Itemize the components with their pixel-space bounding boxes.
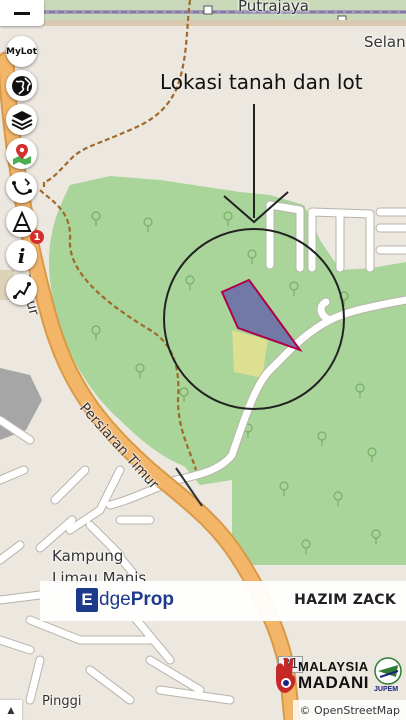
info-icon: i: [17, 243, 26, 268]
malaysia-madani-logo: MALAYSIA MADANI JUPEM: [272, 655, 402, 697]
edgeprop-banner: E dgeProp HAZIM ZACK: [40, 581, 406, 621]
info-badge: 1: [30, 230, 44, 244]
edgeprop-logo: E dgeProp: [76, 588, 174, 612]
madani-line1: MALAYSIA: [298, 659, 369, 674]
measure-line-button[interactable]: [6, 274, 37, 305]
collapse-button[interactable]: ▲: [0, 700, 22, 720]
edgeprop-mark: E: [76, 588, 98, 612]
minus-icon: [14, 11, 30, 15]
jupem-label: JUPEM: [374, 686, 399, 693]
edgeprop-wordmark: dgeProp: [99, 589, 174, 610]
info-button[interactable]: i: [6, 240, 37, 271]
label-kampung: Kampung: [52, 547, 124, 565]
mylot-icon: MyLot: [5, 46, 38, 57]
measure-line-icon: [12, 281, 31, 299]
banner-author: HAZIM ZACK: [294, 592, 396, 608]
layers-button[interactable]: [6, 104, 37, 135]
measure-curve-icon: [11, 177, 32, 195]
mylot-button[interactable]: MyLot: [6, 36, 37, 67]
map-attribution[interactable]: © OpenStreetMap: [293, 700, 406, 720]
label-selan: Selan: [364, 33, 406, 51]
layers-icon: [11, 110, 32, 130]
measure-curve-button[interactable]: [6, 172, 37, 203]
madani-line2: MADANI: [298, 673, 369, 692]
chevron-up-icon: ▲: [5, 703, 17, 717]
location-pin-button[interactable]: [6, 138, 37, 169]
map-pin-icon: [12, 143, 31, 165]
zoom-out-button[interactable]: [0, 0, 44, 26]
annotation-text: Lokasi tanah dan lot: [160, 70, 363, 94]
draw-area-icon: [11, 210, 32, 232]
label-putrajaya: Putrajaya: [238, 0, 309, 15]
label-pinggi: Pinggi: [42, 694, 82, 709]
globe-icon: [11, 75, 32, 96]
globe-button[interactable]: [6, 70, 37, 101]
